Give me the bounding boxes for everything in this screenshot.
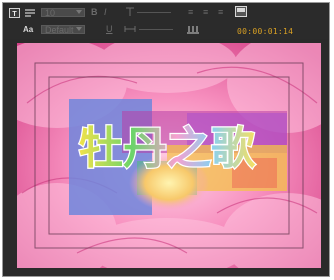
title-text-layer[interactable]: 牡丹之歌 [17, 43, 321, 268]
font-size-combo[interactable]: 10 [41, 8, 85, 18]
text-style-icon[interactable]: Aa [23, 24, 37, 34]
font-size-value: 10 [45, 8, 56, 18]
preview-icon[interactable] [235, 6, 247, 17]
font-name-combo[interactable]: Default [41, 25, 85, 35]
width-slider[interactable] [139, 29, 173, 30]
text-icon[interactable]: T [9, 8, 20, 18]
width-icon[interactable] [124, 24, 136, 34]
align-right-icon[interactable]: ≡ [218, 7, 223, 17]
height-icon[interactable] [125, 7, 135, 17]
list-icon[interactable] [24, 8, 36, 18]
bold-icon[interactable]: B [91, 7, 98, 17]
chevron-down-icon [76, 10, 82, 14]
spacing-icon[interactable] [186, 24, 200, 34]
underline-icon[interactable]: U [106, 24, 113, 34]
svg-text:Aa: Aa [23, 25, 34, 34]
chevron-down-icon [76, 27, 82, 31]
title-toolbar: T 10 B I ≡ ≡ ≡ Aa Default U 00:00:01:14 [3, 3, 329, 39]
title-text[interactable]: 牡丹之歌 [78, 122, 257, 176]
timecode-display: 00:00:01:14 [237, 27, 294, 36]
italic-icon[interactable]: I [104, 7, 107, 17]
title-editor-panel: T 10 B I ≡ ≡ ≡ Aa Default U 00:00:01:14 … [2, 2, 330, 277]
height-slider[interactable] [137, 12, 171, 13]
font-name-value: Default [45, 25, 74, 35]
align-center-icon[interactable]: ≡ [203, 7, 208, 17]
preview-canvas[interactable]: 牡丹之歌 [17, 43, 321, 268]
svg-text:T: T [12, 11, 17, 18]
align-left-icon[interactable]: ≡ [188, 7, 193, 17]
